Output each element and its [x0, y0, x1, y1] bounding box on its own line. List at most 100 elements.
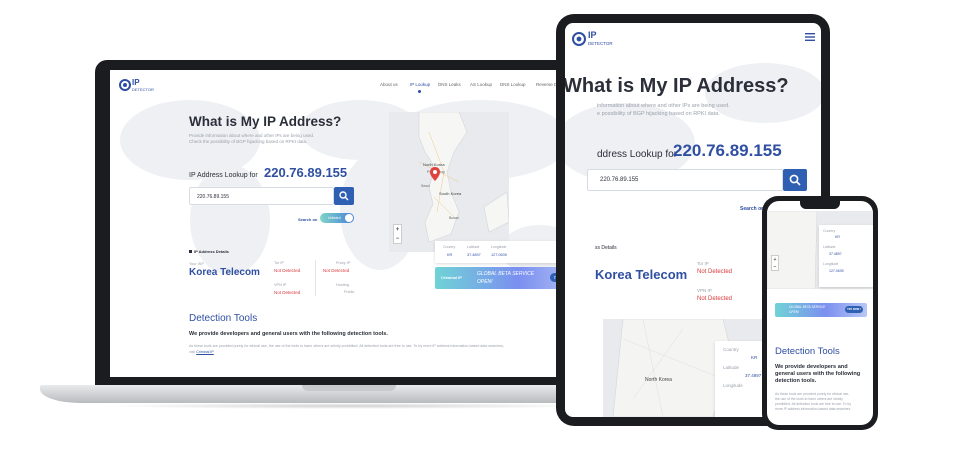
proxy-label: Proxy IP — [336, 261, 351, 265]
phone-banner-text-2: OPEN! — [789, 310, 799, 314]
phone-longitude-value: 127.0639 — [829, 269, 844, 273]
nav-ip-lookup[interactable]: IP Lookup — [410, 82, 430, 87]
nav-active-dot — [418, 90, 421, 93]
tablet-tor-value: Not Detected — [697, 269, 733, 275]
phone-tools-body-2: the use of the tools to harm others are … — [775, 397, 843, 401]
phone-banner-try-now-button[interactable]: TRY NOW ! — [845, 306, 863, 313]
tablet-logo-subtext: DETECTOR — [588, 41, 613, 46]
map-label-busan: Busan — [449, 216, 459, 220]
tor-value: Not Detected — [274, 268, 301, 273]
phone-country-label: Country — [823, 229, 836, 233]
logo[interactable]: IP DETECTOR — [118, 78, 158, 94]
tablet-search-icon — [789, 174, 801, 186]
map-zoom-control[interactable]: + − — [393, 224, 402, 244]
toggle-knob — [345, 214, 353, 222]
zoom-out-button[interactable]: − — [396, 236, 400, 242]
search-input[interactable]: 220.76.89.155 — [189, 187, 334, 205]
tools-body: As these tools are provided purely for e… — [189, 344, 509, 355]
tablet-hero-desc-1: information about where and other IPs ar… — [597, 103, 730, 109]
map-pin-icon — [430, 167, 440, 181]
latitude-value: 37.4897 — [467, 253, 481, 257]
phone-latitude-label: Latitude — [823, 245, 836, 249]
map-label-seoul: Seoul — [421, 184, 430, 188]
longitude-value: 127.0639 — [491, 253, 507, 257]
banner-text-2: OPEN! — [477, 279, 493, 285]
hero-desc-1: Provide information about where and othe… — [189, 133, 315, 138]
laptop-foot-shadow — [100, 403, 600, 409]
tools-title: Detection Tools — [189, 313, 258, 324]
page-title: What is My IP Address? — [189, 114, 342, 129]
phone-map-zoom-control[interactable]: + − — [771, 255, 779, 271]
location-map[interactable]: North Korea Pyongyang South Korea Seoul … — [389, 112, 509, 252]
phone-tools-subtitle-1: We provide developers and — [775, 364, 848, 370]
phone-tools-body-4: more IP address information-based data s… — [775, 407, 852, 411]
criminal-ip-link[interactable]: Criminal IP — [196, 350, 214, 354]
tablet-hero-desc-2: e possibility of BGP hijacking based on … — [597, 111, 720, 117]
country-value: KR — [447, 253, 453, 257]
tablet-country-value: KR — [751, 355, 758, 360]
tablet-isp-value: Korea Telecom — [595, 267, 688, 282]
tablet-tor-label: Tor IP — [697, 261, 709, 266]
phone-tools-title: Detection Tools — [775, 346, 840, 357]
tablet-page-title: What is My IP Address? — [565, 75, 821, 98]
phone-country-value: KR — [835, 235, 840, 239]
toggle-text: Unlisted — [328, 215, 341, 220]
tools-body-text: As these tools are provided purely for e… — [189, 344, 504, 354]
tablet-vpn-value: Not Detected — [697, 296, 733, 302]
nav-about[interactable]: About us — [380, 82, 398, 87]
laptop-notch — [302, 385, 396, 391]
phone-screen: + − Country KR Latitude 37.4897 Longitud… — [767, 201, 873, 425]
nav-dns-leaks[interactable]: DNS Leaks — [438, 82, 461, 87]
laptop-screen: IP DETECTOR About us IP Lookup DNS Leaks… — [110, 70, 587, 377]
proxy-value: Not Detected — [323, 268, 350, 273]
tablet-search-input[interactable]: 220.76.89.155 — [587, 169, 783, 191]
lookup-ip: 220.76.89.155 — [264, 165, 348, 180]
search-button[interactable] — [334, 187, 354, 205]
tablet-search-button[interactable] — [783, 169, 807, 191]
search-toggle[interactable]: Unlisted — [320, 213, 354, 223]
details-heading-icon — [189, 250, 192, 253]
tablet-vpn-label: VPN IP — [697, 288, 712, 293]
public-value: Public — [344, 290, 355, 294]
tablet-page-title-text: What is My IP Address? — [565, 75, 789, 97]
tablet-country-label: Country — [723, 347, 739, 352]
hosting-label: Hosting — [336, 283, 349, 287]
phone-zoom-in-button[interactable]: + — [774, 257, 777, 263]
tablet-lookup-label: ddress Lookup for — [597, 149, 678, 160]
tablet-map-label-north-korea: North Korea — [645, 377, 672, 383]
isp-label: Your ISP — [189, 262, 204, 266]
phone-tools-body-1: As these tools are provided purely for e… — [775, 392, 850, 396]
phone-longitude-label: Longitude — [823, 262, 839, 266]
tablet-details-heading: ss Details — [595, 245, 617, 251]
phone-criminal-ip-banner[interactable]: GLOBAL BETA SERVICE OPEN! TRY NOW ! — [775, 303, 867, 317]
zoom-in-button[interactable]: + — [396, 227, 400, 233]
longitude-label: Longitude — [491, 245, 507, 249]
hero-desc-2: Check the possibility of BGP hijacking b… — [189, 139, 308, 144]
tablet-search-value: 220.76.89.155 — [600, 177, 639, 183]
search-value: 220.76.89.155 — [197, 194, 229, 200]
nav-as-lookup[interactable]: AS Lookup — [470, 82, 492, 87]
vpn-value: Not Detected — [274, 290, 301, 295]
country-label: Country — [443, 245, 456, 249]
tablet-logo[interactable]: IP DETECTOR — [571, 29, 615, 51]
search-icon — [339, 191, 349, 201]
tablet-longitude-label: Longitude — [723, 383, 743, 388]
details-divider — [315, 260, 316, 296]
logo-subtext: DETECTOR — [132, 87, 154, 92]
phone-tools-subtitle-3: detection tools. — [775, 378, 817, 384]
tools-subtitle: We provide developers and general users … — [189, 331, 388, 337]
phone-zoom-out-button[interactable]: − — [774, 264, 777, 270]
search-on-label: Search on — [298, 217, 318, 222]
device-mockup-scene: IP DETECTOR About us IP Lookup DNS Leaks… — [0, 0, 960, 453]
tablet-lookup-ip: 220.76.89.155 — [673, 141, 782, 160]
vpn-label: VPN IP — [274, 283, 287, 287]
top-nav: About us IP Lookup DNS Leaks AS Lookup D… — [380, 82, 580, 93]
hamburger-menu-icon[interactable] — [805, 33, 815, 41]
lookup-label: IP Address Lookup for — [189, 172, 258, 179]
tablet-geo-info-box: Country KR Latitude 37.4897 Longitude — [715, 341, 765, 417]
tablet-latitude-value: 37.4897 — [745, 373, 762, 378]
banner-text-1: GLOBAL BETA SERVICE — [477, 271, 535, 277]
tablet-search-on-label: Search on — [740, 206, 765, 212]
nav-dns-lookup[interactable]: DNS Lookup — [500, 82, 526, 87]
phone-notch — [800, 201, 840, 209]
